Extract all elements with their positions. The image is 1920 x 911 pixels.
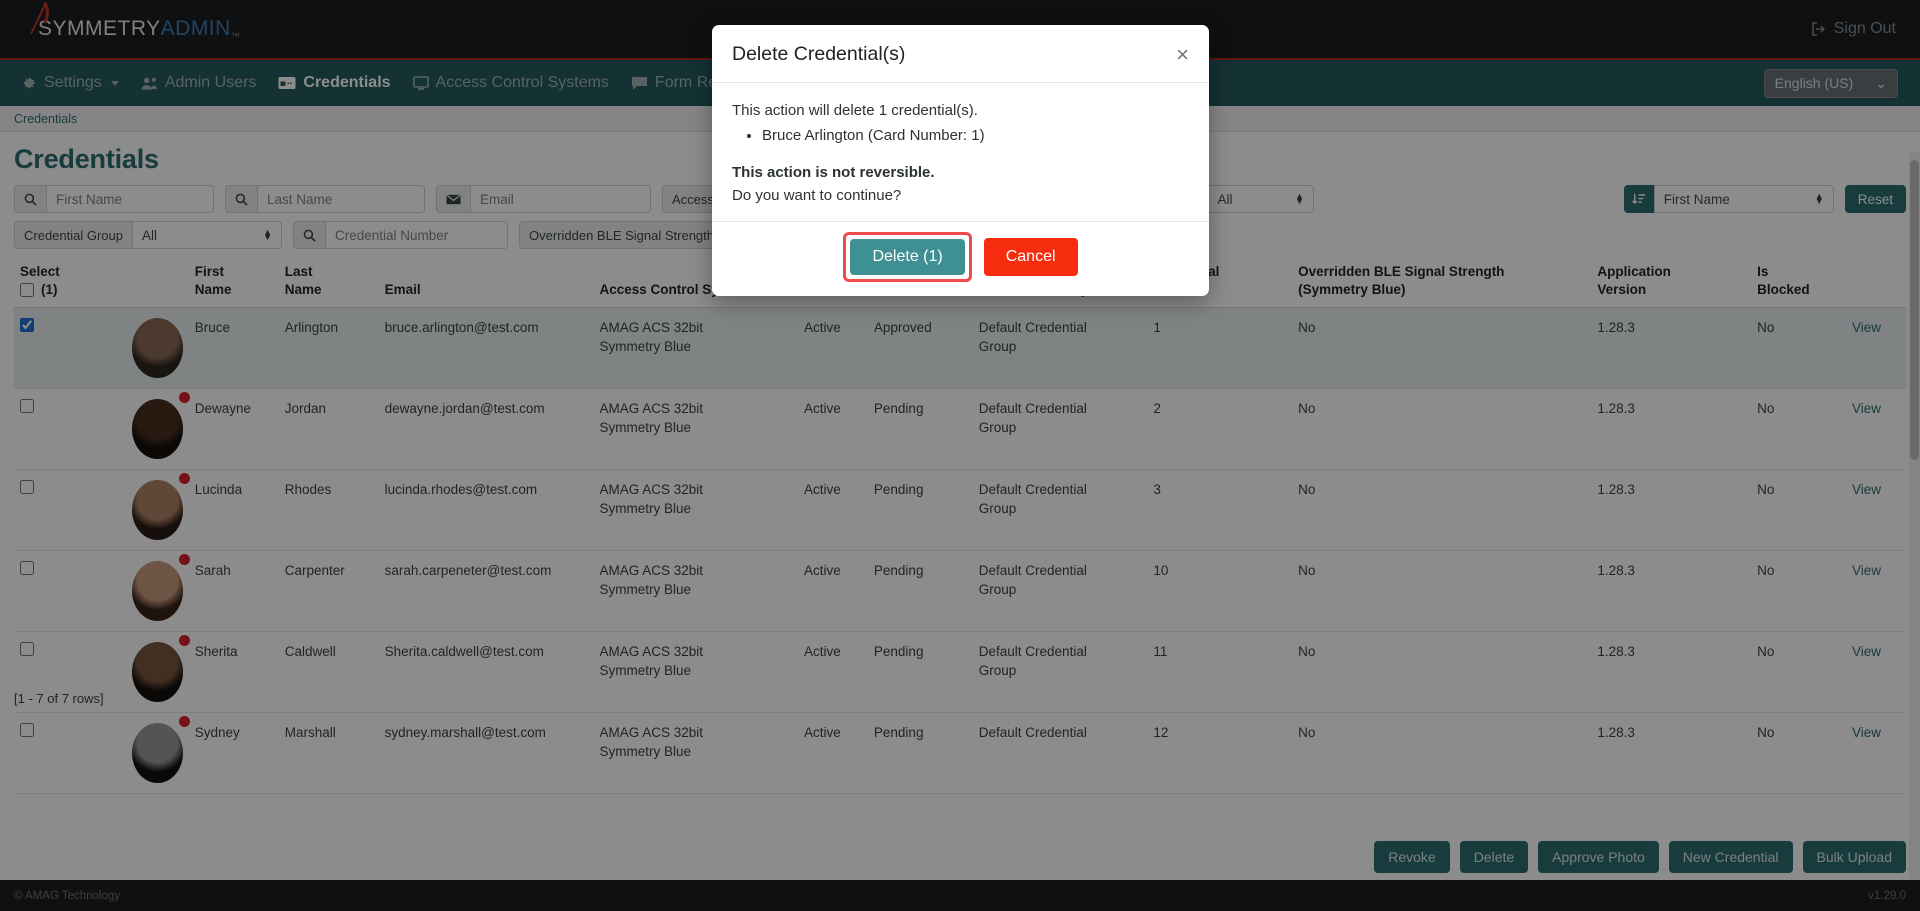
dialog-footer: Delete (1) Cancel: [712, 221, 1209, 296]
cancel-button[interactable]: Cancel: [983, 238, 1078, 276]
close-icon[interactable]: ×: [1176, 43, 1189, 66]
dialog-question: Do you want to continue?: [732, 186, 902, 204]
dialog-body: This action will delete 1 credential(s).…: [712, 83, 1209, 221]
application-root: SYMMETRY ADMIN ™ Sign Out Settings Admin…: [0, 0, 1920, 911]
confirm-delete-button[interactable]: Delete (1): [850, 239, 965, 275]
dialog-bullet-list: Bruce Arlington (Card Number: 1): [762, 124, 1189, 147]
dialog-warning: This action is not reversible.: [732, 163, 935, 181]
dialog-header: Delete Credential(s) ×: [712, 25, 1209, 83]
dialog-title: Delete Credential(s): [732, 43, 906, 65]
dialog-message: This action will delete 1 credential(s).: [732, 102, 978, 119]
delete-credentials-dialog: Delete Credential(s) × This action will …: [712, 25, 1209, 296]
confirm-button-highlight: Delete (1): [843, 232, 972, 282]
dialog-bullet-item: Bruce Arlington (Card Number: 1): [762, 124, 1189, 147]
